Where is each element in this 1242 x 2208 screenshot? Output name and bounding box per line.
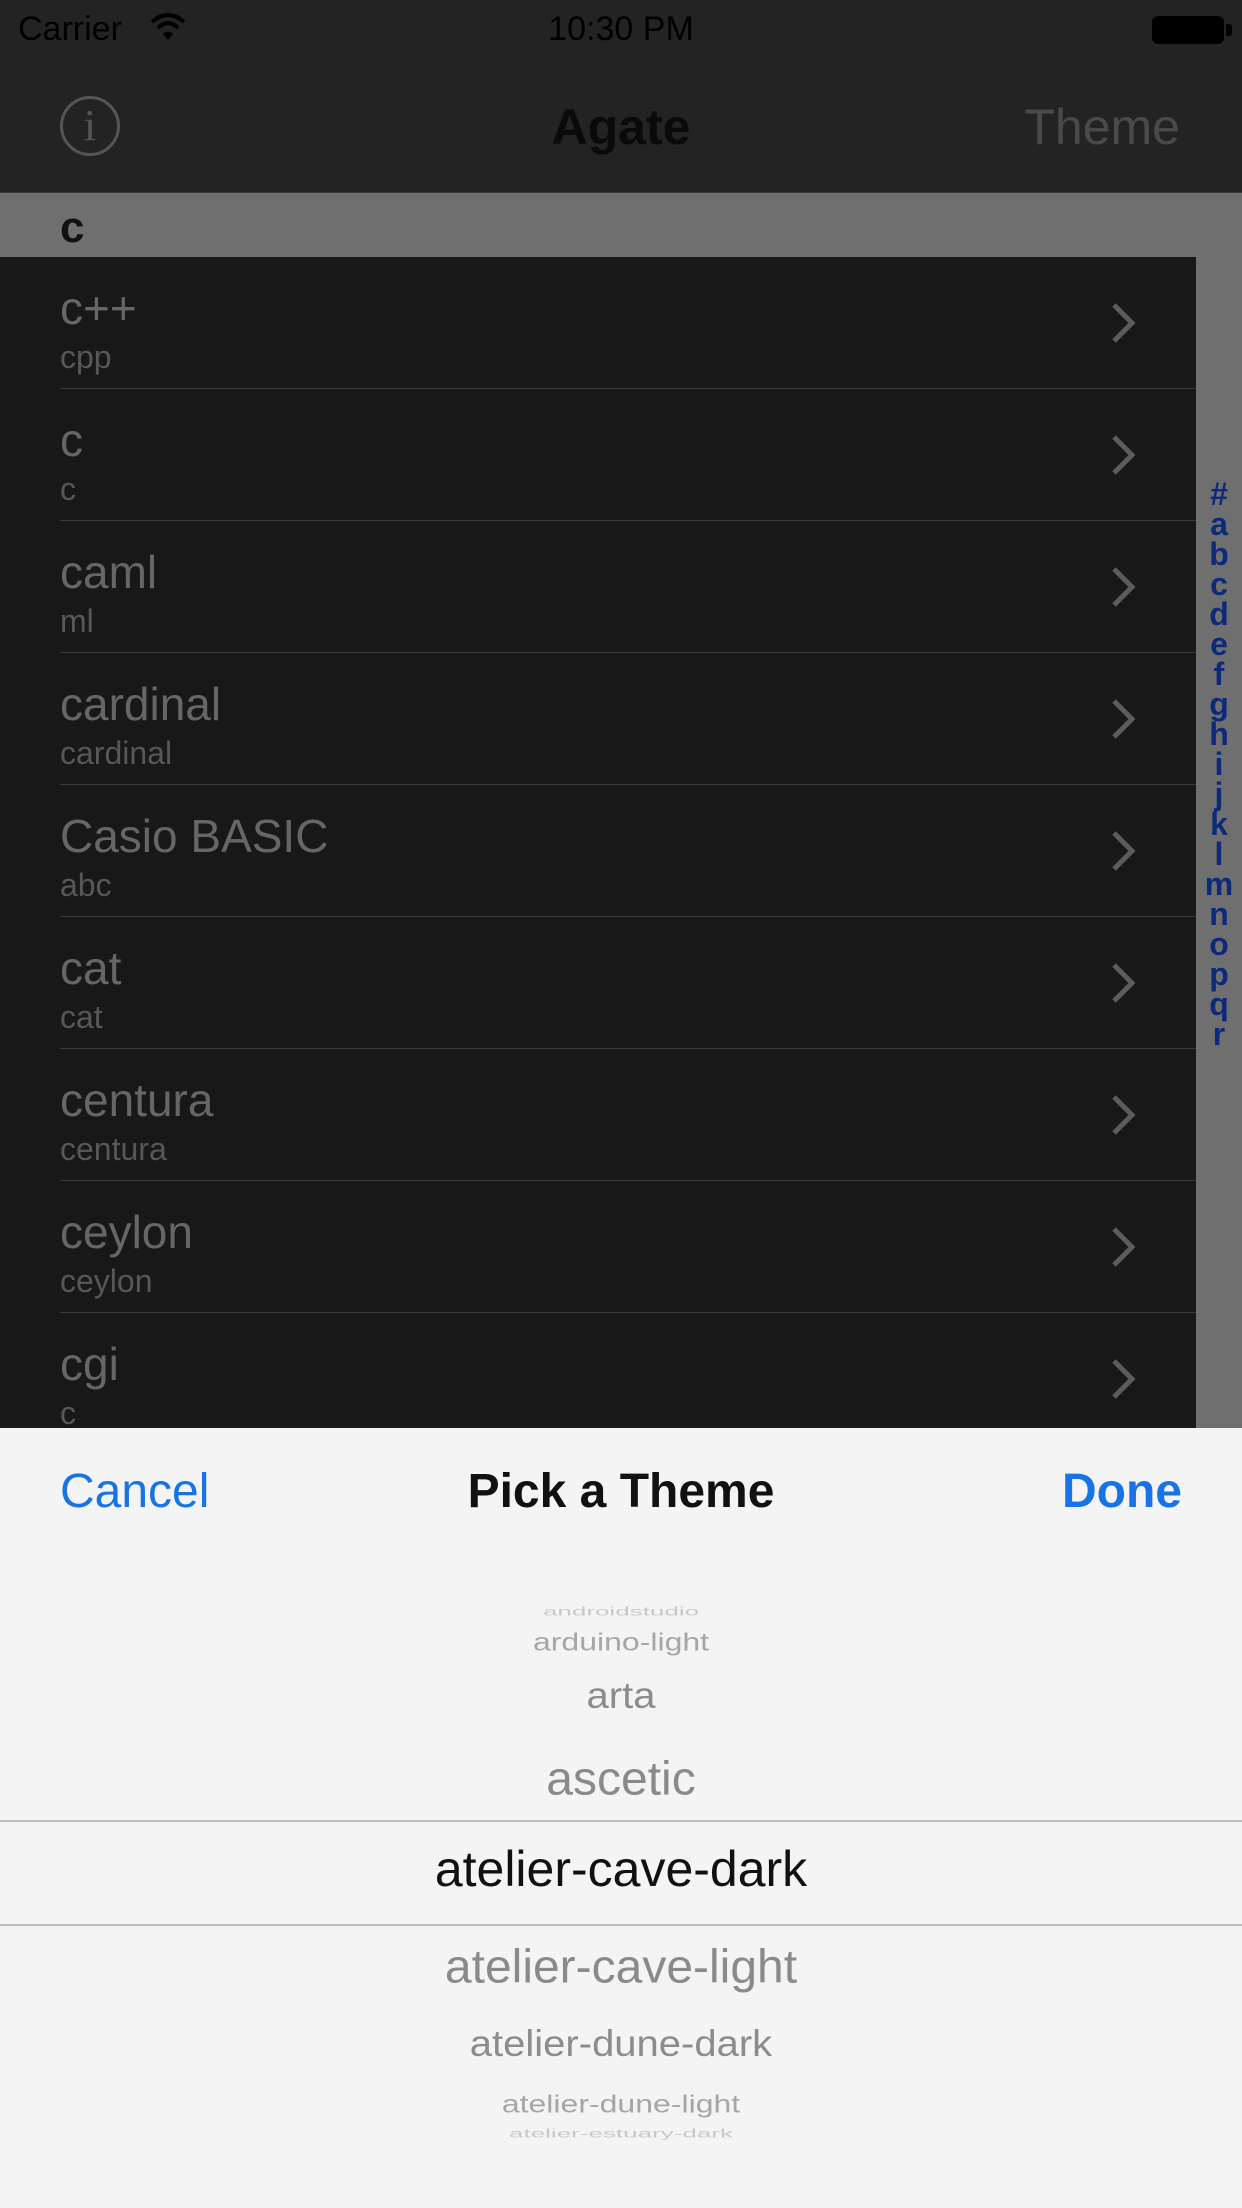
battery-icon — [1152, 16, 1224, 44]
list-item-subtitle: ml — [60, 603, 94, 639]
list-item[interactable]: Casio BASIC abc — [0, 785, 1196, 917]
picker-item[interactable]: ascetic — [0, 1753, 1242, 1807]
list-item[interactable]: caml ml — [0, 521, 1196, 653]
chevron-right-icon — [1112, 1359, 1136, 1399]
chevron-right-icon — [1112, 1095, 1136, 1135]
list-item[interactable]: c++ cpp — [0, 257, 1196, 389]
picker-item-selected[interactable]: atelier-cave-dark — [0, 1840, 1242, 1898]
list-item[interactable]: cardinal cardinal — [0, 653, 1196, 785]
battery-tip-icon — [1226, 24, 1232, 36]
picker-item[interactable]: atelier-cave-light — [0, 1941, 1242, 1995]
list-item-subtitle: cpp — [60, 339, 112, 375]
list-item-subtitle: abc — [60, 867, 112, 903]
chevron-right-icon — [1112, 567, 1136, 607]
chevron-right-icon — [1112, 1227, 1136, 1267]
list-item[interactable]: cat cat — [0, 917, 1196, 1049]
section-header: c — [0, 193, 1196, 257]
list-item-title: ceylon — [60, 1206, 193, 1258]
status-time: 10:30 PM — [548, 10, 694, 48]
language-list: c++ cpp c c caml ml cardinal cardinal Casio BASI… — [0, 257, 1196, 1428]
list-item-title: c — [60, 414, 83, 466]
list-item-title: cgi — [60, 1338, 119, 1390]
list-item-title: centura — [60, 1074, 214, 1126]
picker-item[interactable]: androidstudio — [0, 1605, 1242, 1619]
list-item-title: cat — [60, 942, 122, 994]
picker-item[interactable]: atelier-dune-dark — [0, 2024, 1242, 2065]
list-item[interactable]: cc — [0, 389, 1196, 521]
list-item-title: c++ — [60, 282, 137, 334]
chevron-right-icon — [1112, 303, 1136, 343]
list-item-subtitle: c — [60, 471, 76, 507]
status-bar: Carrier 10:30 PM — [0, 0, 1242, 60]
chevron-right-icon — [1112, 963, 1136, 1003]
list-item-subtitle: ceylon — [60, 1263, 153, 1299]
list-item-subtitle: cat — [60, 999, 103, 1035]
chevron-right-icon — [1112, 435, 1136, 475]
list-item[interactable]: cgi c — [0, 1313, 1196, 1428]
picker-item[interactable]: arduino-light — [0, 1628, 1242, 1657]
list-item[interactable]: centura centura — [0, 1049, 1196, 1181]
list-item-title: Casio BASIC — [60, 810, 329, 862]
picker-item[interactable]: atelier-dune-light — [0, 2090, 1242, 2119]
sheet-title: Pick a Theme — [467, 1465, 775, 1518]
list-item-subtitle: centura — [60, 1131, 167, 1167]
navigation-bar: i Agate Theme — [0, 60, 1242, 193]
list-item[interactable]: ceylon ceylon — [0, 1181, 1196, 1313]
picker-selection-top-line — [0, 1820, 1242, 1822]
section-header-label: c — [60, 203, 85, 252]
done-button[interactable]: Done — [1062, 1464, 1182, 1519]
theme-button[interactable]: Theme — [1024, 98, 1180, 156]
picker-item[interactable]: arta — [0, 1676, 1242, 1717]
list-item-subtitle: cardinal — [60, 735, 173, 771]
picker-selection-bottom-line — [0, 1924, 1242, 1926]
section-index-bar[interactable]: # a b c d e f g h i j k l m n o p q r — [1196, 193, 1242, 1428]
picker-item[interactable]: atelier-estuary-dark — [0, 2127, 1242, 2141]
list-item-subtitle: c — [60, 1395, 76, 1428]
index-letter[interactable]: r — [1196, 1016, 1242, 1053]
list-item-title: caml — [60, 546, 158, 598]
list-item-title: cardinal — [60, 678, 222, 730]
chevron-right-icon — [1112, 831, 1136, 871]
chevron-right-icon — [1112, 699, 1136, 739]
